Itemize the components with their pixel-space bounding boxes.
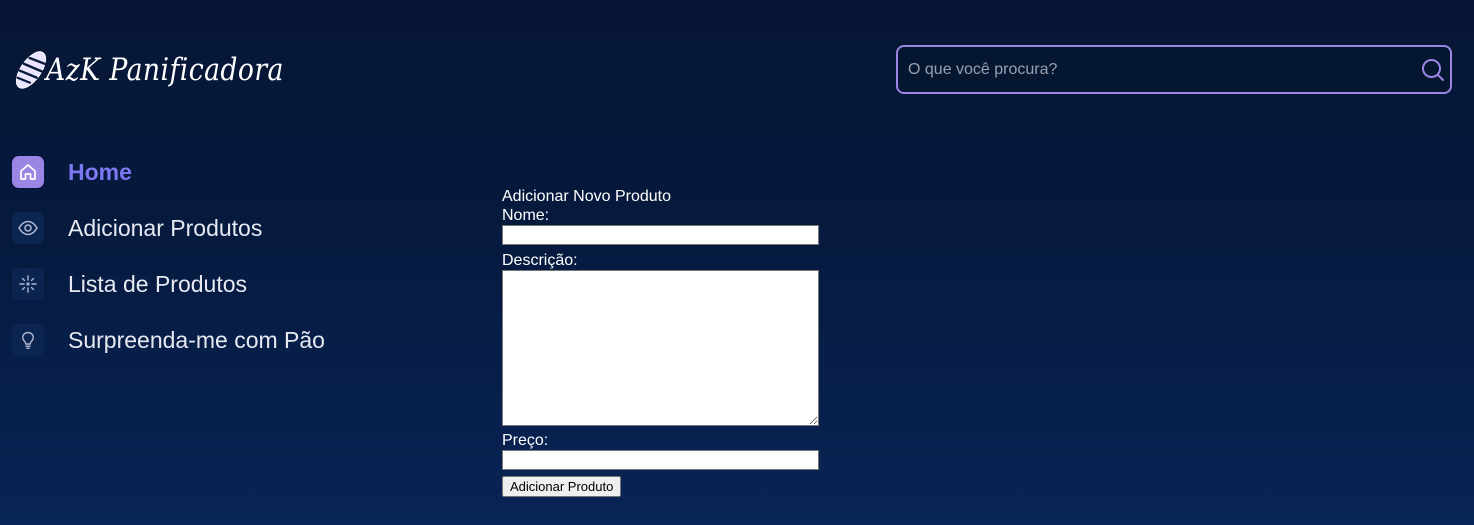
search-icon[interactable] [1420,57,1446,83]
form-title: Adicionar Novo Produto [502,188,671,205]
sparkle-icon-box [12,268,44,300]
add-product-button[interactable]: Adicionar Produto [502,476,622,497]
sidebar-item-home[interactable]: Home [12,156,325,188]
home-icon [20,164,36,180]
add-product-form: Adicionar Novo Produto Nome: Descrição: … [502,187,822,497]
sidebar-nav: Home Adicionar Produtos Lista de Produto… [12,156,325,380]
search-bar [896,45,1452,94]
description-label: Descrição: [502,252,578,269]
name-field[interactable] [502,225,819,245]
sidebar-item-label: Adicionar Produtos [68,214,263,241]
sidebar-item-surpreenda-me[interactable]: Surpreenda-me com Pão [12,324,325,356]
brand-name: AzK Panificadora [46,52,284,88]
sidebar-item-label: Surpreenda-me com Pão [68,326,325,353]
sidebar-item-label: Home [68,158,132,185]
price-label: Preço: [502,432,549,449]
home-icon-box [12,156,44,188]
sparkle-icon [19,275,37,293]
sidebar-item-label: Lista de Produtos [68,270,248,297]
sidebar-item-lista-de-produtos[interactable]: Lista de Produtos [12,268,325,300]
description-field[interactable] [502,270,819,426]
lightbulb-icon-box [12,324,44,356]
name-label: Nome: [502,207,550,224]
brand-logo[interactable]: AzK Panificadora [12,42,323,98]
price-field[interactable] [502,450,819,470]
eye-icon-box [12,212,44,244]
lightbulb-icon [22,331,34,349]
eye-icon [18,220,38,236]
search-input[interactable] [908,47,1408,92]
sidebar-item-adicionar-produtos[interactable]: Adicionar Produtos [12,212,325,244]
bread-icon [15,51,47,89]
